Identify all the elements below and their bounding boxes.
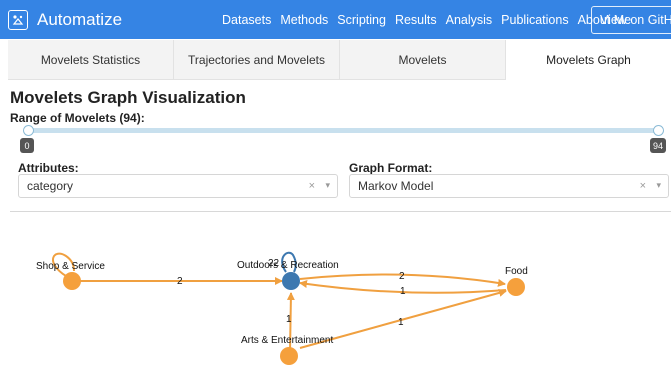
edge-label-shop-to-outdoors: 2 [177,276,183,287]
brand-name: Automatize [37,9,123,29]
nav-link-publications[interactable]: Publications [501,13,568,27]
tab-trajectories-and-movelets[interactable]: Trajectories and Movelets [174,40,340,80]
edge-label-food-to-outdoors: 1 [400,286,406,297]
node-label-shop-and-service: Shop & Service [36,261,105,272]
range-label: Range of Movelets (94): [10,111,145,125]
attributes-chevron-down-icon[interactable]: ▾ [325,180,330,191]
edge-label-arts-to-food: 1 [398,317,404,328]
attributes-select-value: category [27,179,74,193]
node-arts-and-entertainment[interactable] [280,347,298,365]
node-label-arts-and-entertainment: Arts & Entertainment [241,335,333,346]
node-shop-and-service[interactable] [63,272,81,290]
graph-format-clear-icon[interactable]: × [640,180,646,192]
nav-link-analysis[interactable]: Analysis [446,13,493,27]
graph-format-select-value: Markov Model [358,179,434,193]
navbar: Automatize Datasets Methods Scripting Re… [0,0,671,39]
tab-movelets-graph[interactable]: Movelets Graph [506,40,671,80]
nav-link-methods[interactable]: Methods [280,13,328,27]
graph-format-label: Graph Format: [349,161,433,175]
brand-logo-icon [8,9,28,30]
tab-movelets-statistics[interactable]: Movelets Statistics [8,40,174,80]
range-slider-handle-max[interactable] [653,125,664,136]
graph-format-chevron-down-icon[interactable]: ▾ [656,180,661,191]
page-title: Movelets Graph Visualization [10,88,246,107]
edge-label-arts-to-outdoors: 1 [286,314,292,325]
range-slider-track[interactable] [28,128,658,133]
nav-link-datasets[interactable]: Datasets [222,13,271,27]
range-max-badge: 94 [650,138,666,153]
range-min-badge: 0 [20,138,34,153]
node-food[interactable] [507,278,525,296]
nav-links: Datasets Methods Scripting Results Analy… [222,0,640,39]
attributes-clear-icon[interactable]: × [309,180,315,192]
nav-link-scripting[interactable]: Scripting [337,13,386,27]
range-slider-handle-min[interactable] [23,125,34,136]
tab-bar: Movelets Statistics Trajectories and Mov… [8,40,671,80]
edge-label-outdoors-to-food: 2 [399,271,405,282]
nav-link-results[interactable]: Results [395,13,437,27]
view-on-github-button[interactable]: View on GitHub [591,6,671,34]
brand[interactable]: Automatize [8,9,123,30]
node-outdoors-and-recreation[interactable] [282,272,300,290]
attributes-label: Attributes: [18,161,79,175]
edge-label-outdoors-self: 22 [268,258,280,269]
node-label-food: Food [505,266,528,277]
node-label-outdoors-and-recreation: Outdoors & Recreation [237,260,339,271]
graph-format-select[interactable]: Markov Model × ▾ [349,174,669,198]
tab-movelets[interactable]: Movelets [340,40,506,80]
attributes-select[interactable]: category × ▾ [18,174,338,198]
movelets-graph: Shop & Service Outdoors & Recreation Foo… [36,251,528,365]
